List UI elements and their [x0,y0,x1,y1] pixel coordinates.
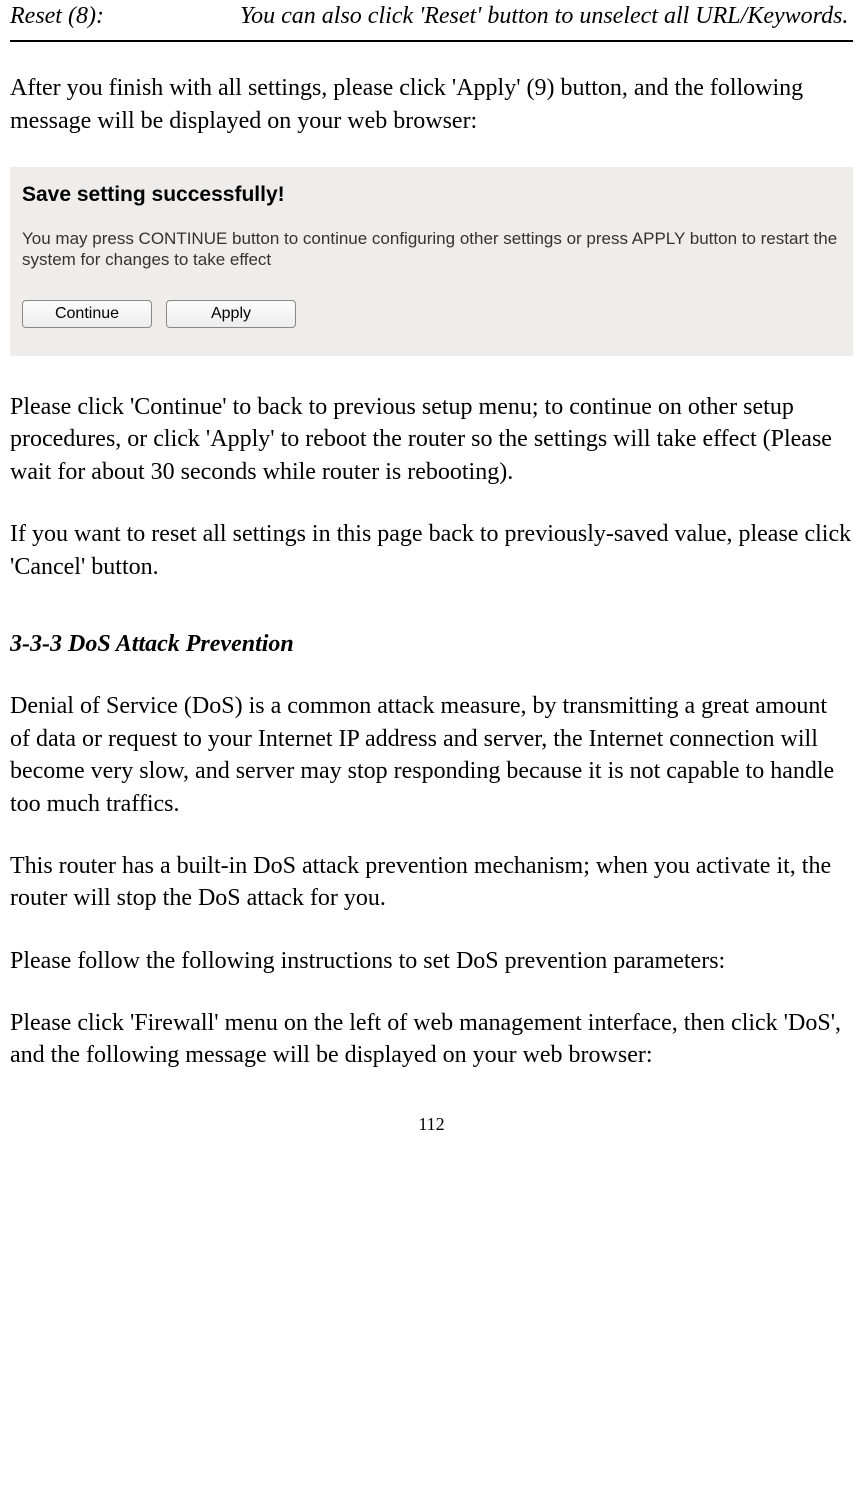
screenshot-text: You may press CONTINUE button to continu… [22,228,841,271]
reset-label: Reset (8): [10,0,240,32]
paragraph-firewall: Please click 'Firewall' menu on the left… [10,1007,853,1072]
header-row: Reset (8): You can also click 'Reset' bu… [10,0,853,42]
screenshot-buttons: Continue Apply [22,300,841,328]
reset-desc: You can also click 'Reset' button to uns… [240,0,853,32]
section-heading: 3-3-3 DoS Attack Prevention [10,628,853,660]
paragraph-dos-mechanism: This router has a built-in DoS attack pr… [10,850,853,915]
paragraph-instructions: Please follow the following instructions… [10,945,853,977]
continue-button[interactable]: Continue [22,300,152,328]
screenshot-title: Save setting successfully! [22,181,841,209]
paragraph-intro: After you finish with all settings, plea… [10,72,853,137]
paragraph-continue: Please click 'Continue' to back to previ… [10,391,853,488]
apply-button[interactable]: Apply [166,300,296,328]
screenshot-box: Save setting successfully! You may press… [10,167,853,356]
paragraph-cancel: If you want to reset all settings in thi… [10,518,853,583]
page-number: 112 [10,1112,853,1136]
paragraph-dos-intro: Denial of Service (DoS) is a common atta… [10,690,853,820]
